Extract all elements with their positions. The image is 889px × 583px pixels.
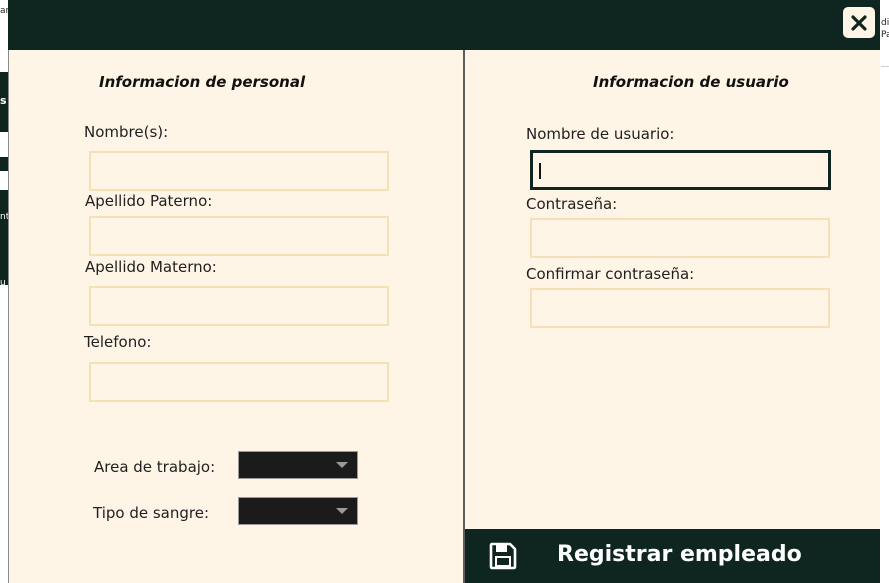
apellido-paterno-input[interactable] — [89, 216, 389, 256]
area-trabajo-label: Area de trabajo: — [94, 458, 216, 476]
telefono-input[interactable] — [89, 362, 389, 402]
tipo-sangre-select[interactable] — [238, 497, 358, 525]
confirm-password-label: Confirmar contraseña: — [526, 265, 695, 283]
bg-text: Pa — [881, 30, 889, 40]
area-trabajo-select[interactable] — [238, 451, 358, 479]
panel-border — [8, 50, 9, 583]
chevron-down-icon — [336, 462, 348, 468]
apellido-materno-input[interactable] — [89, 286, 389, 326]
tipo-sangre-label: Tipo de sangre: — [93, 504, 210, 522]
bg-text: u — [0, 278, 6, 288]
close-button[interactable] — [843, 7, 875, 38]
register-button-label: Registrar empleado — [557, 542, 802, 567]
chevron-down-icon — [336, 508, 348, 514]
nombre-label: Nombre(s): — [84, 123, 169, 141]
text-caret — [539, 163, 541, 179]
password-label: Contraseña: — [526, 195, 618, 213]
password-input[interactable] — [530, 218, 830, 258]
telefono-label: Telefono: — [84, 333, 152, 351]
bg-sidebar — [0, 190, 8, 285]
personal-section-title: Informacion de personal — [99, 73, 306, 91]
modal-header — [8, 0, 880, 50]
bg-sidebar — [0, 157, 8, 171]
confirm-password-input[interactable] — [530, 288, 830, 328]
register-employee-modal: Informacion de personal Nombre(s): Apell… — [8, 0, 880, 583]
username-label: Nombre de usuario: — [526, 125, 675, 143]
save-icon — [489, 542, 517, 570]
apellido-materno-label: Apellido Materno: — [85, 258, 217, 276]
close-icon — [851, 14, 867, 31]
usuario-section-title: Informacion de usuario — [593, 73, 789, 91]
username-input[interactable] — [530, 150, 831, 190]
section-divider — [463, 50, 465, 583]
bg-text: di — [881, 18, 889, 28]
apellido-paterno-label: Apellido Paterno: — [85, 192, 213, 210]
register-employee-button[interactable]: Registrar empleado — [465, 529, 880, 583]
bg-text: s — [0, 94, 7, 107]
bg-divider — [881, 66, 889, 67]
nombre-input[interactable] — [89, 151, 389, 191]
